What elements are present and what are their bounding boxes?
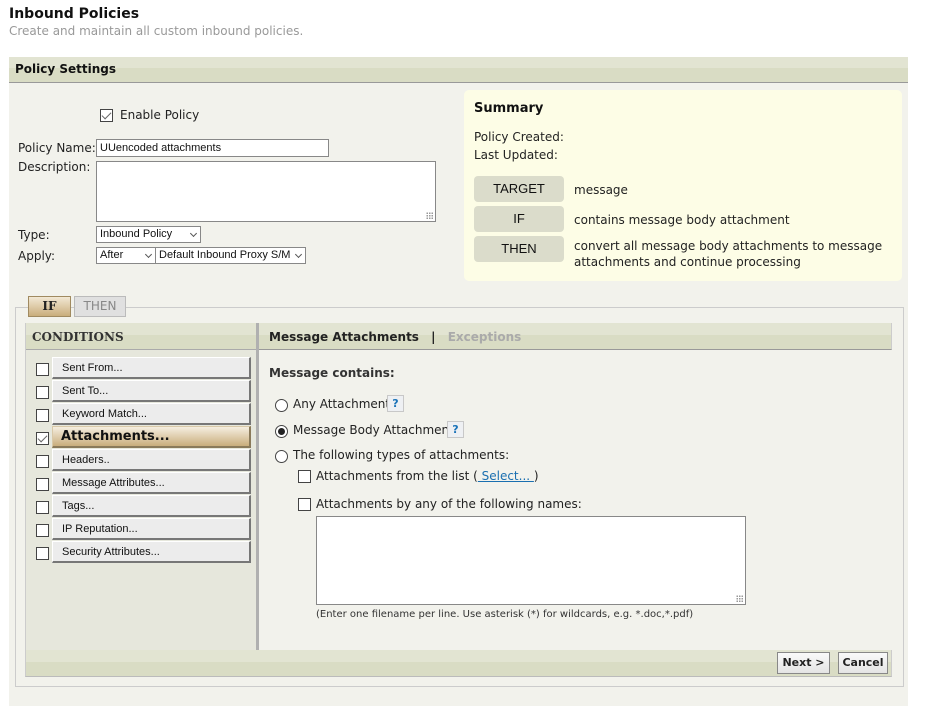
condition-row-headers: Headers..: [26, 449, 258, 472]
condition-checkbox[interactable]: [36, 432, 49, 445]
cancel-button[interactable]: Cancel: [838, 652, 888, 674]
apply-position-value: After: [100, 249, 124, 261]
help-icon[interactable]: ?: [387, 395, 404, 412]
condition-row-attachments: Attachments...: [26, 426, 258, 449]
policy-name-input[interactable]: UUencoded attachments: [96, 139, 329, 157]
summary-box: Summary Policy Created: Last Updated: TA…: [464, 90, 902, 281]
condition-button-sent-from[interactable]: Sent From...: [52, 357, 251, 379]
tab-exceptions[interactable]: Exceptions: [448, 330, 522, 344]
last-updated-label: Last Updated:: [474, 148, 558, 162]
condition-row-message-attributes: Message Attributes...: [26, 472, 258, 495]
from-list-suffix: ): [533, 469, 539, 483]
message-body-attachment-radio[interactable]: [275, 425, 288, 438]
condition-button-ip-reputation[interactable]: IP Reputation...: [52, 518, 251, 540]
policy-settings-header: Policy Settings: [9, 57, 908, 83]
condition-checkbox[interactable]: [36, 524, 49, 537]
chevron-down-icon: [294, 250, 303, 259]
detail-tabs: Message Attachments | Exceptions: [259, 323, 892, 350]
attachments-by-names-checkbox[interactable]: [298, 498, 311, 511]
condition-checkbox[interactable]: [36, 386, 49, 399]
attachments-detail-panel: Message Attachments | Exceptions Message…: [259, 323, 892, 650]
following-types-radio[interactable]: [275, 450, 288, 463]
condition-row-keyword-match: Keyword Match...: [26, 403, 258, 426]
type-select[interactable]: Inbound Policy: [96, 226, 201, 243]
summary-then-text: convert all message body attachments to …: [574, 239, 883, 269]
summary-if-badge: IF: [474, 206, 564, 232]
select-link[interactable]: Select...: [478, 469, 534, 483]
apply-position-select[interactable]: After: [96, 247, 156, 264]
condition-button-message-attributes[interactable]: Message Attributes...: [52, 472, 251, 494]
enable-policy-label: Enable Policy: [120, 108, 200, 122]
type-select-value: Inbound Policy: [100, 228, 173, 240]
condition-row-sent-to: Sent To...: [26, 380, 258, 403]
summary-target-text: message: [574, 183, 628, 197]
attachments-from-list-checkbox[interactable]: [298, 470, 311, 483]
summary-target-badge: TARGET: [474, 176, 564, 202]
summary-title: Summary: [474, 101, 544, 116]
tab-if[interactable]: IF: [28, 296, 71, 317]
policy-name-label: Policy Name:: [18, 141, 96, 155]
description-label: Description:: [18, 160, 91, 174]
filename-hint: (Enter one filename per line. Use asteri…: [316, 609, 694, 620]
condition-button-sent-to[interactable]: Sent To...: [52, 380, 251, 402]
help-icon[interactable]: ?: [447, 421, 464, 438]
summary-then-badge: THEN: [474, 236, 564, 262]
from-list-prefix: Attachments from the list (: [316, 469, 478, 483]
any-attachment-radio[interactable]: [275, 399, 288, 412]
footer-bar: [25, 650, 892, 677]
attachments-from-list-label: Attachments from the list ( Select... ): [316, 469, 539, 483]
enable-policy-checkbox[interactable]: [100, 109, 113, 122]
tab-separator: |: [431, 330, 436, 344]
condition-button-attachments[interactable]: Attachments...: [52, 426, 251, 448]
condition-checkbox[interactable]: [36, 409, 49, 422]
tab-then[interactable]: THEN: [74, 296, 126, 317]
condition-row-security-attributes: Security Attributes...: [26, 541, 258, 564]
conditions-header: CONDITIONS: [26, 323, 258, 350]
condition-row-tags: Tags...: [26, 495, 258, 518]
condition-row-sent-from: Sent From...: [26, 357, 258, 380]
policy-created-label: Policy Created:: [474, 130, 564, 144]
condition-checkbox[interactable]: [36, 478, 49, 491]
conditions-panel: CONDITIONS Sent From... Sent To... Keywo…: [25, 323, 258, 650]
condition-checkbox[interactable]: [36, 455, 49, 468]
resize-grip-icon[interactable]: [426, 212, 433, 219]
resize-grip-icon[interactable]: [736, 595, 743, 602]
message-body-attachment-label: Message Body Attachment: [293, 423, 454, 437]
summary-if-text: contains message body attachment: [574, 213, 790, 227]
page-title: Inbound Policies: [9, 6, 140, 22]
page-subtitle: Create and maintain all custom inbound p…: [9, 24, 304, 38]
description-textarea[interactable]: [96, 161, 436, 222]
type-label: Type:: [18, 228, 50, 242]
apply-label: Apply:: [18, 249, 56, 263]
chevron-down-icon: [144, 250, 153, 259]
condition-checkbox[interactable]: [36, 501, 49, 514]
condition-row-ip-reputation: IP Reputation...: [26, 518, 258, 541]
condition-button-keyword-match[interactable]: Keyword Match...: [52, 403, 251, 425]
attachments-by-names-label: Attachments by any of the following name…: [316, 497, 582, 511]
apply-policy-value: Default Inbound Proxy S/M: [159, 249, 291, 261]
next-button[interactable]: Next >: [777, 652, 830, 674]
condition-button-tags[interactable]: Tags...: [52, 495, 251, 517]
apply-policy-select[interactable]: Default Inbound Proxy S/M: [155, 247, 306, 264]
tab-message-attachments[interactable]: Message Attachments: [269, 330, 419, 344]
attachment-names-textarea[interactable]: [316, 516, 746, 605]
any-attachment-label: Any Attachment: [293, 397, 391, 411]
condition-checkbox[interactable]: [36, 363, 49, 376]
condition-button-headers[interactable]: Headers..: [52, 449, 251, 471]
condition-checkbox[interactable]: [36, 547, 49, 560]
following-types-label: The following types of attachments:: [293, 448, 510, 462]
condition-button-security-attributes[interactable]: Security Attributes...: [52, 541, 251, 563]
message-contains-label: Message contains:: [269, 366, 395, 380]
chevron-down-icon: [189, 229, 198, 238]
